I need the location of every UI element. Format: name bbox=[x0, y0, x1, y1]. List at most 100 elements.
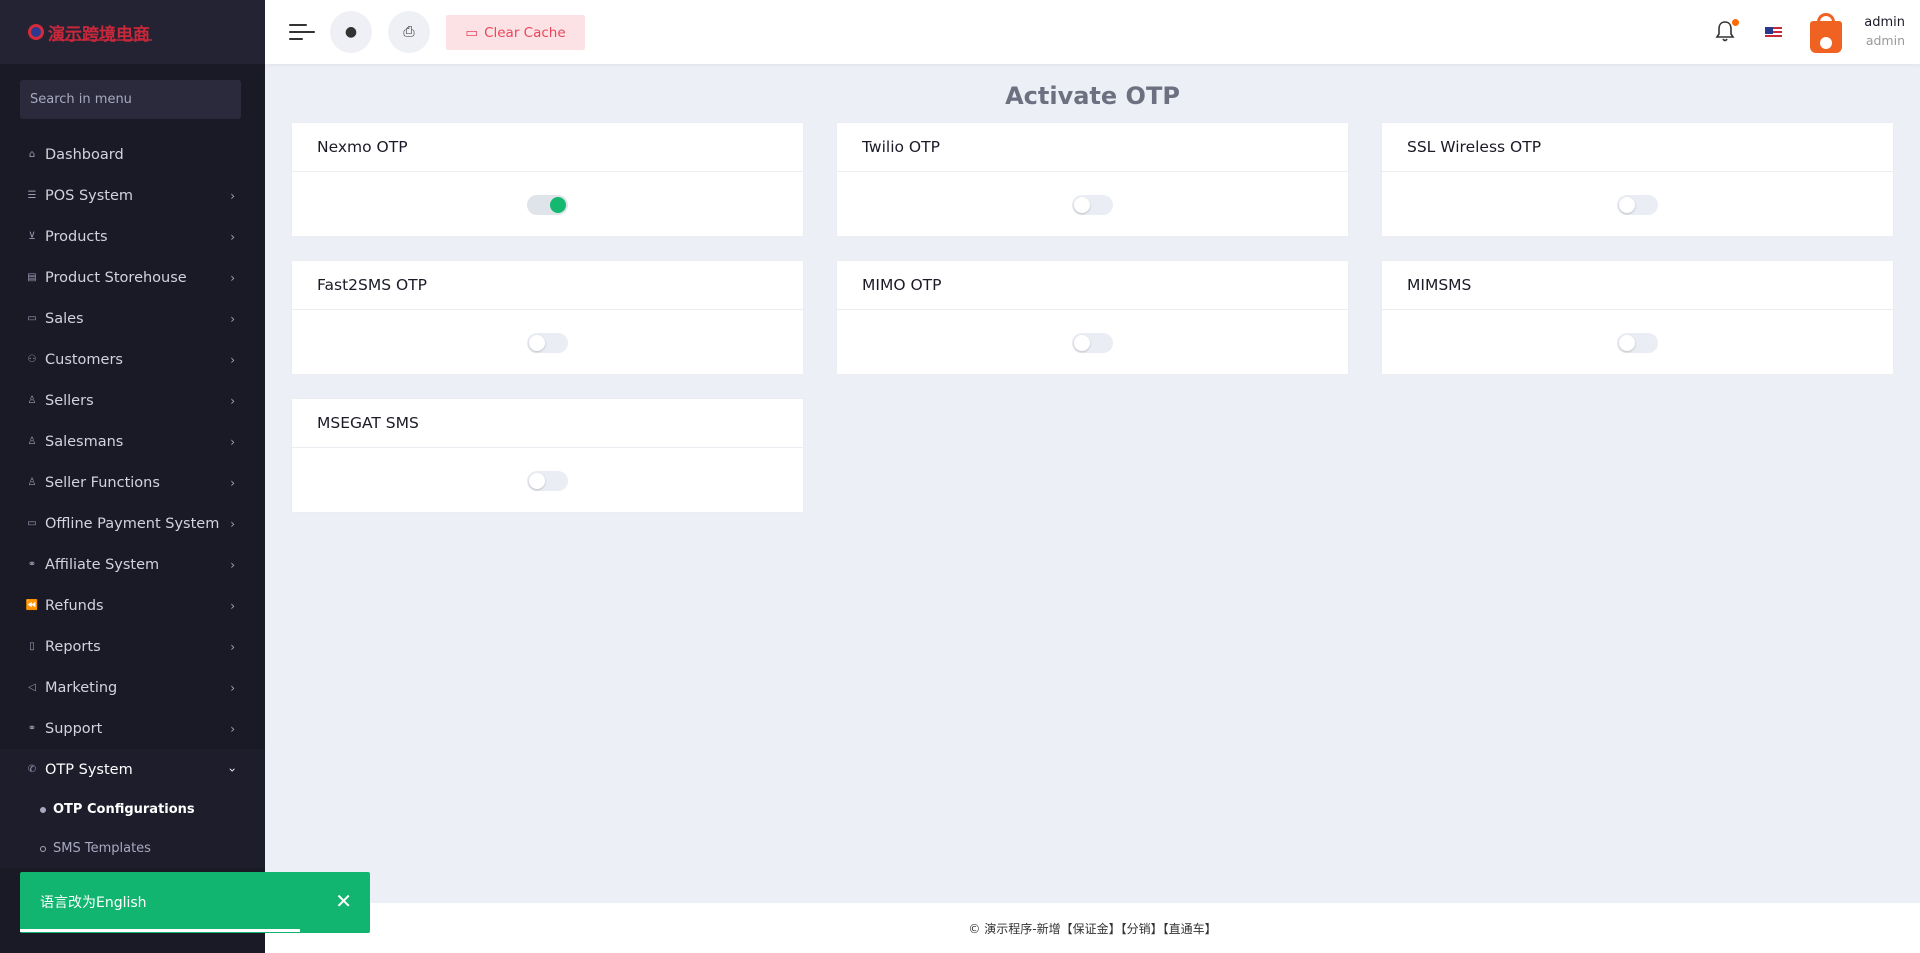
toast-message: 语言改为English bbox=[40, 895, 147, 911]
money-icon: ▭ bbox=[27, 313, 37, 324]
submenu-item-otp-configurations[interactable]: OTP Configurations bbox=[0, 790, 265, 829]
toggle-knob bbox=[529, 334, 545, 351]
sidebar-item-refunds[interactable]: ⏪ Refunds › bbox=[0, 585, 265, 626]
otp-card-body bbox=[292, 448, 803, 513]
chevron-right-icon: › bbox=[230, 393, 235, 408]
storehouse-icon: ▤ bbox=[27, 272, 37, 283]
backward-icon: ⏪ bbox=[25, 600, 39, 611]
close-icon[interactable]: ✕ bbox=[335, 889, 352, 913]
otp-toggle-switch[interactable] bbox=[527, 332, 568, 353]
user-avatar[interactable] bbox=[1808, 11, 1844, 55]
chevron-right-icon: › bbox=[230, 598, 235, 613]
sidebar-item-affiliate-system[interactable]: ⚭ Affiliate System › bbox=[0, 544, 265, 585]
chevron-right-icon: › bbox=[230, 557, 235, 572]
toggle-knob bbox=[1074, 334, 1090, 351]
sidebar-item-label: Affiliate System bbox=[45, 556, 160, 573]
chevron-right-icon: › bbox=[225, 767, 240, 772]
sidebar-item-offline-payment-system[interactable]: ▭ Offline Payment System › bbox=[0, 503, 265, 544]
chevron-right-icon: › bbox=[230, 721, 235, 736]
clear-cache-button[interactable]: ▭ Clear Cache bbox=[446, 15, 585, 50]
otp-card: SSL Wireless OTP bbox=[1381, 122, 1894, 237]
otp-card: Fast2SMS OTP bbox=[291, 260, 804, 375]
sidebar-item-seller-functions[interactable]: ♙ Seller Functions › bbox=[0, 462, 265, 503]
toggle-knob bbox=[529, 472, 545, 489]
otp-card-body bbox=[1382, 310, 1893, 375]
sidebar-item-dashboard[interactable]: ⌂ Dashboard bbox=[0, 134, 265, 175]
sidebar-item-label: Customers bbox=[45, 351, 123, 368]
bullhorn-icon: ◁ bbox=[28, 682, 36, 693]
chevron-right-icon: › bbox=[230, 188, 235, 203]
sidebar-item-label: Products bbox=[45, 228, 108, 245]
sidebar-item-label: Sellers bbox=[45, 392, 94, 409]
chevron-right-icon: › bbox=[230, 516, 235, 531]
brand-logo[interactable]: 演示跨境电商 bbox=[0, 0, 265, 64]
notification-bell-icon[interactable] bbox=[1715, 19, 1739, 42]
sidebar-item-sales[interactable]: ▭ Sales › bbox=[0, 298, 265, 339]
user-name[interactable]: admin bbox=[1855, 15, 1905, 30]
sidebar-item-label: OTP System bbox=[45, 761, 133, 778]
logo-underline bbox=[52, 39, 152, 41]
chevron-right-icon: › bbox=[230, 311, 235, 326]
sidebar-item-product-storehouse[interactable]: ▤ Product Storehouse › bbox=[0, 257, 265, 298]
language-flag-icon[interactable] bbox=[1765, 27, 1782, 39]
sidebar-item-label: Marketing bbox=[45, 679, 118, 696]
sidebar-item-label: Product Storehouse bbox=[45, 269, 187, 286]
sidebar-item-products[interactable]: ⊻ Products › bbox=[0, 216, 265, 257]
menu-toggle-icon[interactable] bbox=[289, 22, 315, 42]
money-icon: ▭ bbox=[27, 518, 37, 529]
home-icon: ⌂ bbox=[28, 149, 36, 160]
clear-cache-label: Clear Cache bbox=[484, 24, 566, 41]
chevron-right-icon: › bbox=[230, 475, 235, 490]
top-bar: ● ⎙ ▭ Clear Cache admin admin bbox=[265, 0, 1920, 64]
notification-dot bbox=[1732, 19, 1739, 26]
sidebar-item-otp-system[interactable]: ✆ OTP System › bbox=[0, 749, 265, 790]
sidebar-menu: ⌂ Dashboard ☰ POS System › ⊻ Products › ▤ Product… bbox=[0, 134, 265, 868]
sidebar-item-customers[interactable]: ⚇ Customers › bbox=[0, 339, 265, 380]
sidebar-item-support[interactable]: ⚭ Support › bbox=[0, 708, 265, 749]
chevron-right-icon: › bbox=[230, 352, 235, 367]
otp-toggle-switch[interactable] bbox=[1617, 194, 1658, 215]
otp-card-title: Twilio OTP bbox=[837, 123, 1348, 172]
otp-card-title: MIMO OTP bbox=[837, 261, 1348, 310]
sidebar-item-label: Sales bbox=[45, 310, 84, 327]
browse-website-button[interactable]: ● bbox=[330, 11, 372, 53]
users-icon: ⚇ bbox=[27, 354, 37, 365]
toggle-knob bbox=[1074, 196, 1090, 213]
user-icon: ♙ bbox=[27, 395, 37, 406]
sidebar-item-reports[interactable]: ▯ Reports › bbox=[0, 626, 265, 667]
otp-toggle-switch[interactable] bbox=[1617, 332, 1658, 353]
chevron-right-icon: › bbox=[230, 270, 235, 285]
logo-icon bbox=[28, 24, 44, 40]
toast-progress-bar bbox=[20, 929, 300, 932]
sidebar-item-label: Dashboard bbox=[45, 146, 124, 163]
sidebar-item-label: Seller Functions bbox=[45, 474, 160, 491]
footer-text: © 演示程序-新增【保证金】【分销】【直通车】 bbox=[968, 921, 1217, 936]
pos-print-button[interactable]: ⎙ bbox=[388, 11, 430, 53]
sidebar-item-marketing[interactable]: ◁ Marketing › bbox=[0, 667, 265, 708]
user-icon: ♙ bbox=[27, 477, 37, 488]
otp-card-title: SSL Wireless OTP bbox=[1382, 123, 1893, 172]
otp-toggle-switch[interactable] bbox=[1072, 194, 1113, 215]
sidebar-item-pos-system[interactable]: ☰ POS System › bbox=[0, 175, 265, 216]
sidebar-item-label: Offline Payment System bbox=[45, 515, 220, 532]
otp-toggle-switch[interactable] bbox=[527, 470, 568, 491]
otp-card-title: MSEGAT SMS bbox=[292, 399, 803, 448]
page-title: Activate OTP bbox=[1005, 82, 1180, 110]
hdd-icon: ▭ bbox=[465, 24, 479, 41]
link-icon: ⚭ bbox=[27, 559, 37, 570]
sidebar-item-label: Salesmans bbox=[45, 433, 124, 450]
sidebar-item-salesmans[interactable]: ♙ Salesmans › bbox=[0, 421, 265, 462]
chevron-right-icon: › bbox=[230, 229, 235, 244]
toggle-knob bbox=[1619, 196, 1635, 213]
sidebar: 演示跨境电商 ⌂Dashboard☰POS System›⊻Products›▤… bbox=[0, 0, 265, 953]
sidebar-item-sellers[interactable]: ♙ Sellers › bbox=[0, 380, 265, 421]
phone-icon: ✆ bbox=[27, 764, 37, 775]
chevron-right-icon: › bbox=[230, 639, 235, 654]
menu-search-input[interactable] bbox=[20, 80, 241, 119]
sidebar-item-label: Refunds bbox=[45, 597, 104, 614]
otp-toggle-switch[interactable] bbox=[1072, 332, 1113, 353]
list-icon: ☰ bbox=[27, 190, 37, 201]
submenu-item-sms-templates[interactable]: SMS Templates bbox=[0, 829, 265, 868]
chevron-right-icon: › bbox=[230, 680, 235, 695]
otp-toggle-switch[interactable] bbox=[527, 194, 568, 215]
